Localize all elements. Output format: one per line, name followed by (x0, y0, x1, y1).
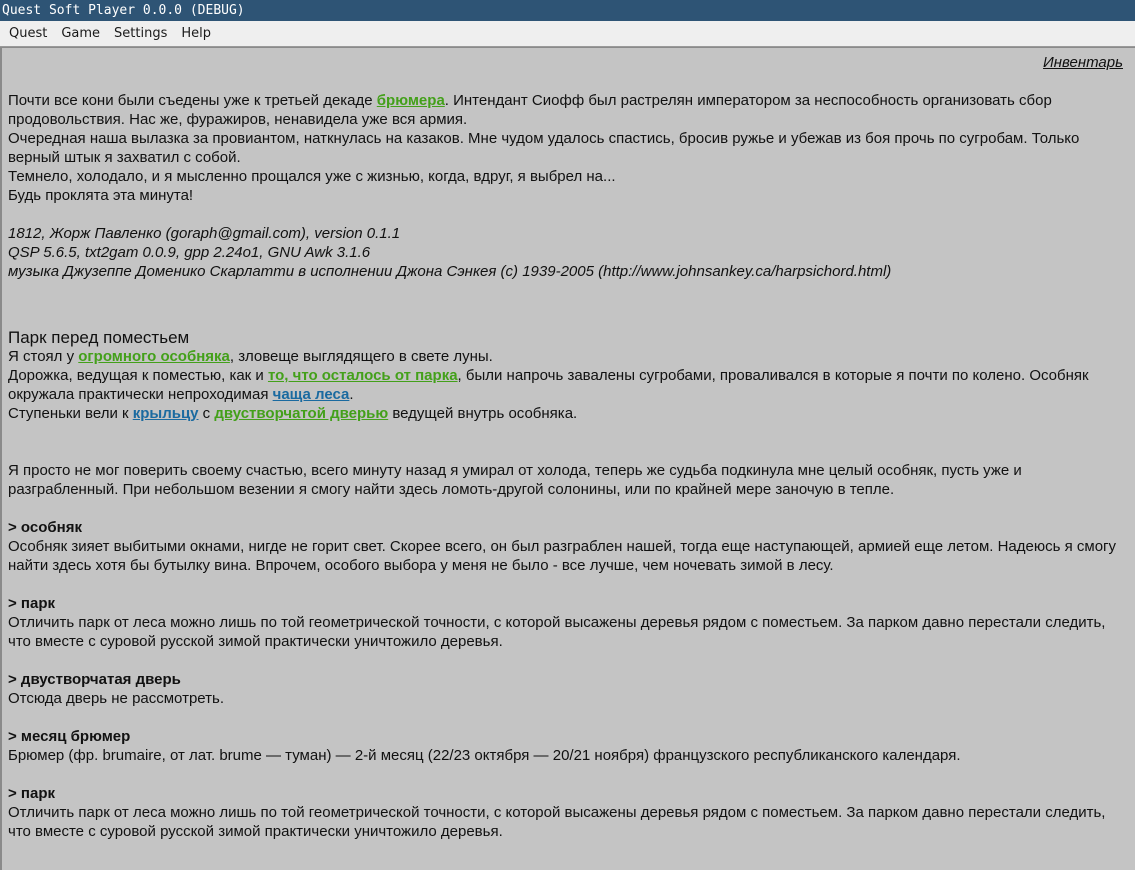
location-text: Дорожка, ведущая к поместью, как и (8, 367, 268, 384)
intro-paragraph-2: Очередная наша вылазка за провиантом, на… (8, 130, 1080, 166)
location-text: . (349, 386, 354, 403)
link-brumaire[interactable]: брюмера (377, 92, 445, 109)
log-heading: > парк (8, 785, 55, 802)
location-title: Парк перед поместьем (8, 328, 190, 347)
menu-bar: Quest Game Settings Help (0, 21, 1135, 47)
link-mansion[interactable]: огромного особняка (78, 348, 230, 365)
menu-settings[interactable]: Settings (107, 22, 174, 45)
location-line-3: Ступеньки вели к крыльцу с двустворчатой… (8, 404, 1125, 423)
menu-help[interactable]: Help (174, 22, 218, 45)
location-line-2: Дорожка, ведущая к поместью, как и то, ч… (8, 366, 1125, 404)
log-text: Отличить парк от леса можно лишь по той … (8, 804, 1106, 840)
log-text: Отсюда дверь не рассмотреть. (8, 690, 224, 707)
log-heading: > месяц брюмер (8, 728, 131, 745)
main-description: Почти все кони были съедены уже к третье… (8, 91, 1125, 841)
location-text: с (198, 405, 215, 422)
location-line-1: Я стоял у огромного особняка, зловеще вы… (8, 347, 1125, 366)
location-text: Я стоял у (8, 348, 79, 365)
log-heading: > особняк (8, 519, 82, 536)
game-text-panel[interactable]: Инвентарь Почти все кони были съедены уж… (0, 47, 1135, 870)
log-text: Отличить парк от леса можно лишь по той … (8, 614, 1106, 650)
credits-line-1: 1812, Жорж Павленко (goraph@gmail.com), … (8, 225, 401, 242)
link-forest[interactable]: чаща леса (273, 386, 350, 403)
log-heading: > двустворчатая дверь (8, 671, 181, 688)
menu-game[interactable]: Game (54, 22, 107, 45)
log-heading: > парк (8, 595, 55, 612)
app-window: Quest Soft Player 0.0.0 (DEBUG) Quest Ga… (0, 0, 1135, 870)
location-text: Ступеньки вели к (8, 405, 133, 422)
inventory-link[interactable]: Инвентарь (1043, 53, 1123, 72)
log-text: Брюмер (фр. brumaire, от лат. brume — ту… (8, 747, 961, 764)
intro-text: Почти все кони были съедены уже к третье… (8, 92, 377, 109)
menu-quest[interactable]: Quest (2, 22, 54, 45)
credits-line-3: музыка Джузеппе Доменико Скарлатти в исп… (8, 263, 892, 280)
intro-paragraph-3: Темнело, холодало, и я мысленно прощался… (8, 168, 616, 185)
link-double-door[interactable]: двустворчатой дверью (214, 405, 388, 422)
link-porch[interactable]: крыльцу (133, 405, 199, 422)
location-text: ведущей внутрь особняка. (388, 405, 578, 422)
link-park[interactable]: то, что осталось от парка (268, 367, 458, 384)
location-text: , зловеще выглядящего в свете луны. (229, 348, 493, 365)
intro-paragraph-4: Будь проклята эта минута! (8, 187, 194, 204)
intro-paragraph-1: Почти все кони были съедены уже к третье… (8, 91, 1125, 129)
credits-line-2: QSP 5.6.5, txt2gam 0.0.9, gpp 2.24o1, GN… (8, 244, 371, 261)
relief-paragraph: Я просто не мог поверить своему счастью,… (8, 462, 1022, 498)
window-title: Quest Soft Player 0.0.0 (DEBUG) (0, 0, 1135, 21)
log-text: Особняк зияет выбитыми окнами, нигде не … (8, 538, 1117, 574)
